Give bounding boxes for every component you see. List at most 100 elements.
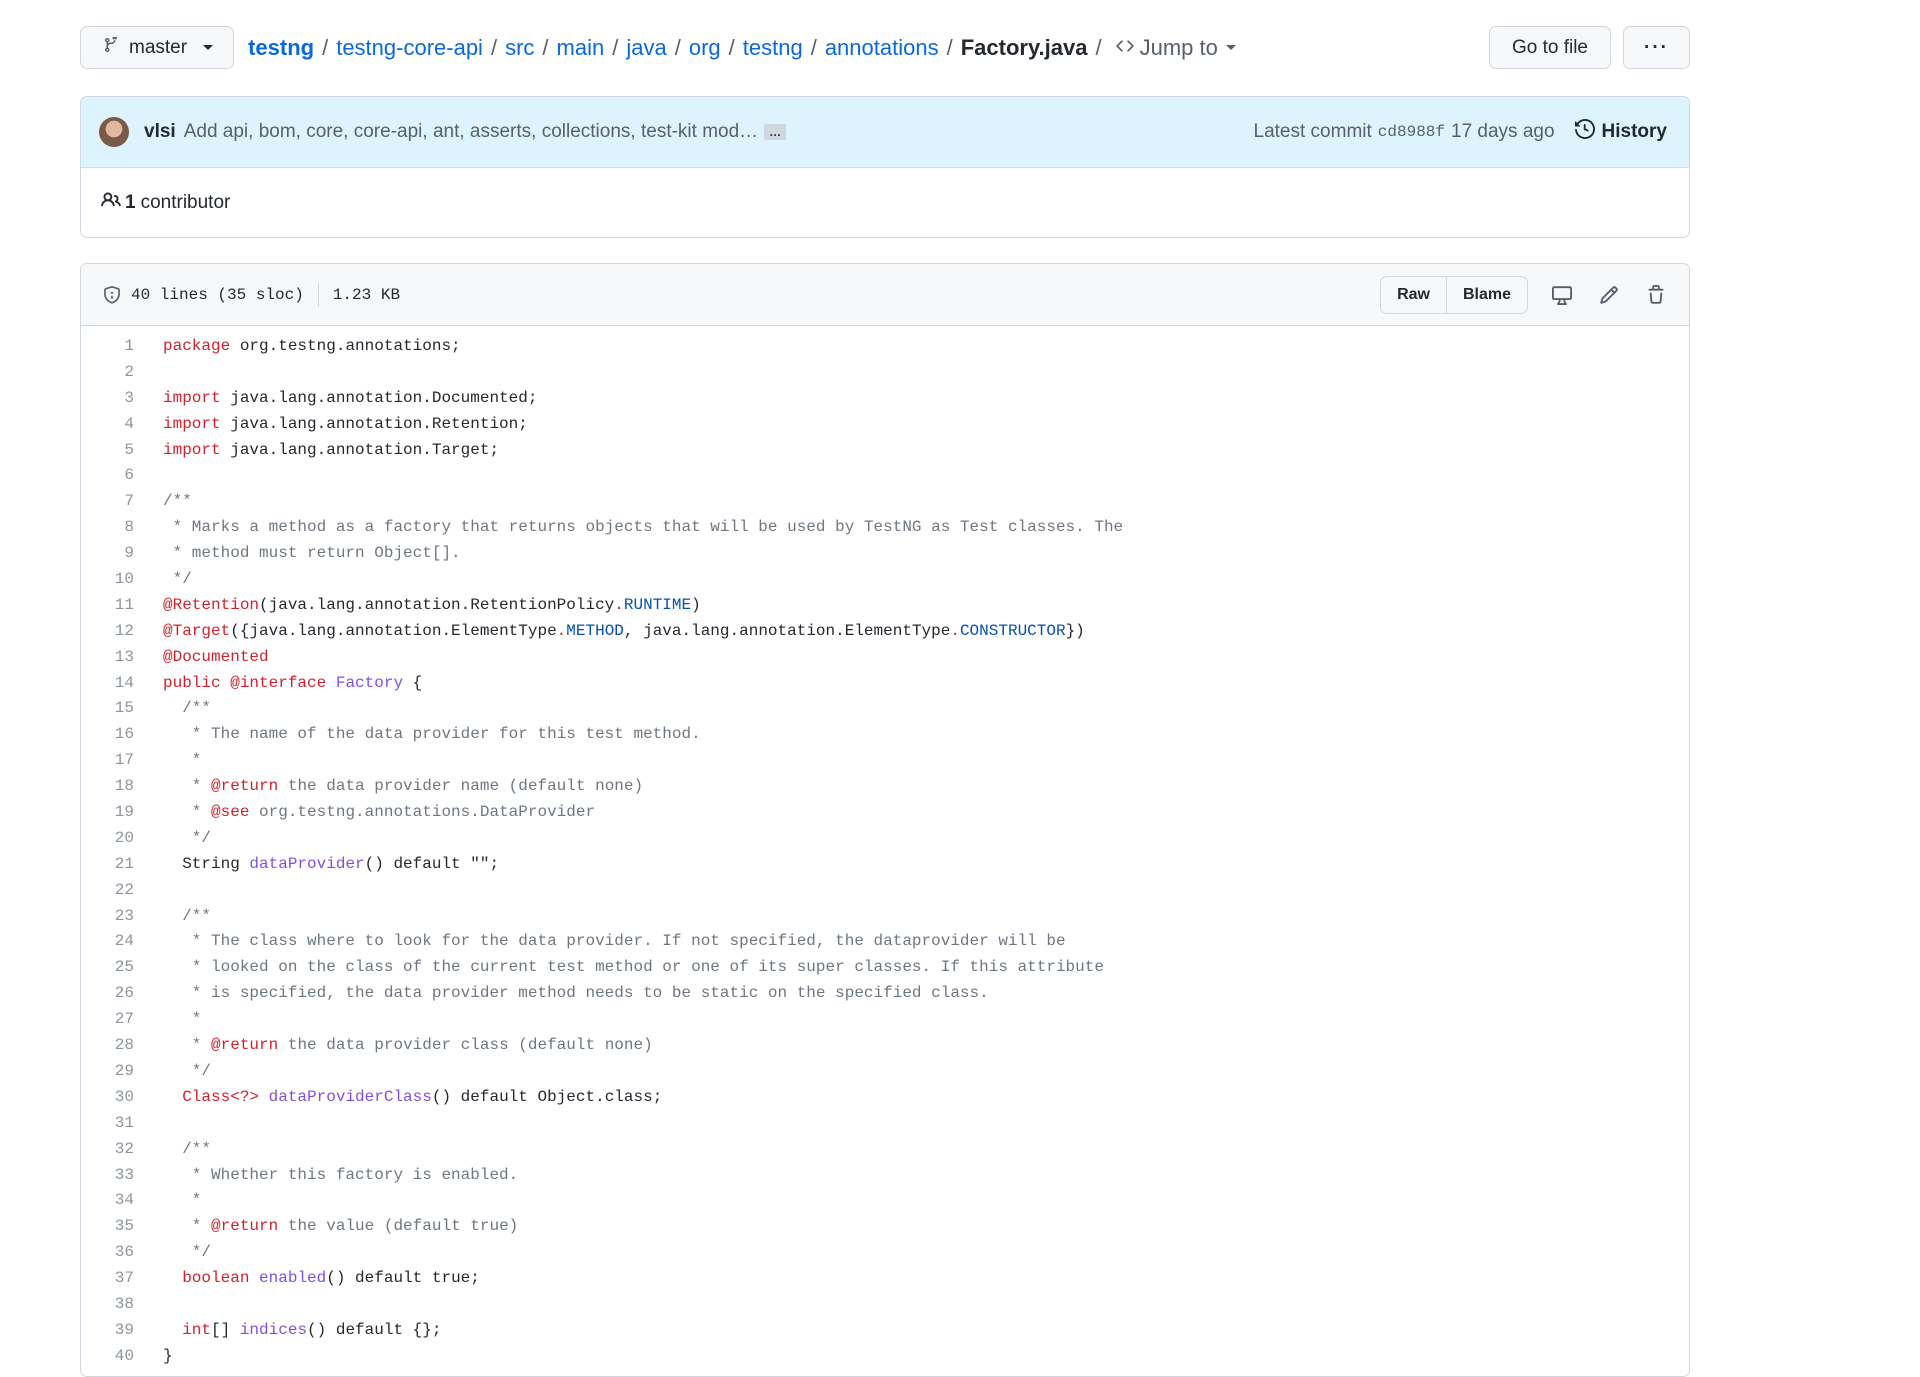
line-number[interactable]: 21 <box>81 852 163 878</box>
code-line-content: Class<?> dataProviderClass() default Obj… <box>182 1087 663 1106</box>
line-number[interactable]: 4 <box>81 412 163 438</box>
line-number[interactable]: 12 <box>81 619 163 645</box>
code-line: 14 public @interface Factory { <box>81 671 1689 697</box>
breadcrumb-current-file: Factory.java <box>960 34 1088 60</box>
code-line-content: * The name of the data provider for this… <box>163 725 701 744</box>
line-number[interactable]: 11 <box>81 593 163 619</box>
line-number[interactable]: 35 <box>81 1214 163 1240</box>
line-number[interactable]: 1 <box>81 334 163 360</box>
line-number[interactable]: 20 <box>81 826 163 852</box>
git-branch-icon <box>103 34 119 59</box>
line-number[interactable]: 24 <box>81 929 163 955</box>
expand-commit-message-button[interactable]: … <box>764 124 787 140</box>
line-number[interactable]: 28 <box>81 1033 163 1059</box>
code-line-content: * <box>163 1191 202 1210</box>
breadcrumb-root-link[interactable]: testng <box>248 35 314 61</box>
breadcrumb-separator: / <box>542 34 549 60</box>
contributor-label: contributor <box>140 191 231 213</box>
line-number[interactable]: 13 <box>81 645 163 671</box>
file-info: 40 lines (35 sloc) 1.23 KB <box>103 282 400 307</box>
code-line-content: * @return the value (default true) <box>163 1217 519 1236</box>
raw-button[interactable]: Raw <box>1381 277 1446 313</box>
desktop-icon[interactable] <box>1548 281 1575 308</box>
commit-author-link[interactable]: vlsi <box>144 121 176 143</box>
line-number[interactable]: 2 <box>81 360 163 386</box>
code-line-content: * @see org.testng.annotations.DataProvid… <box>163 803 596 822</box>
line-number[interactable]: 36 <box>81 1240 163 1266</box>
line-number[interactable]: 7 <box>81 489 163 515</box>
code-icon <box>1115 35 1134 61</box>
breadcrumb-separator: / <box>612 34 619 60</box>
code-line: 36 */ <box>81 1240 1689 1266</box>
breadcrumb-link[interactable]: annotations <box>825 35 939 61</box>
file-navigation: master testng / testng-core-api / src / main /… <box>80 25 1690 70</box>
code-line: 31 <box>81 1111 1689 1137</box>
breadcrumb-link[interactable]: java <box>626 35 666 61</box>
line-number[interactable]: 39 <box>81 1318 163 1344</box>
line-number[interactable]: 8 <box>81 515 163 541</box>
code-line: 28 * @return the data provider class (de… <box>81 1033 1689 1059</box>
line-number[interactable]: 18 <box>81 774 163 800</box>
contributors-link[interactable]: 1 contributor <box>81 168 1689 237</box>
commit-message-link[interactable]: Add api, bom, core, core-api, ant, asser… <box>184 121 758 143</box>
line-number[interactable]: 5 <box>81 438 163 464</box>
line-number[interactable]: 34 <box>81 1188 163 1214</box>
code-line: 37 boolean enabled() default true; <box>81 1266 1689 1292</box>
code-line: 32 /** <box>81 1137 1689 1163</box>
line-number[interactable]: 26 <box>81 981 163 1007</box>
shield-icon[interactable] <box>103 285 121 304</box>
breadcrumb-link[interactable]: testng-core-api <box>336 35 483 61</box>
line-number[interactable]: 22 <box>81 878 163 904</box>
line-number[interactable]: 31 <box>81 1111 163 1137</box>
breadcrumb-separator: / <box>1095 34 1102 60</box>
line-number[interactable]: 27 <box>81 1007 163 1033</box>
line-number[interactable]: 29 <box>81 1059 163 1085</box>
breadcrumb-link[interactable]: src <box>505 35 534 61</box>
line-number[interactable]: 38 <box>81 1292 163 1318</box>
line-number[interactable]: 15 <box>81 696 163 722</box>
code-line: 5 import java.lang.annotation.Target; <box>81 438 1689 464</box>
line-number[interactable]: 30 <box>81 1085 163 1111</box>
code-line: 9 * method must return Object[]. <box>81 541 1689 567</box>
contributor-count: 1 <box>125 191 136 213</box>
breadcrumb-link[interactable]: org <box>689 35 721 61</box>
line-number[interactable]: 10 <box>81 567 163 593</box>
trash-icon[interactable] <box>1642 281 1669 308</box>
commit-sha-link[interactable]: cd8988f <box>1378 123 1445 141</box>
line-number[interactable]: 40 <box>81 1344 163 1370</box>
line-number[interactable]: 32 <box>81 1137 163 1163</box>
code-line: 39 int[] indices() default {}; <box>81 1318 1689 1344</box>
go-to-file-button[interactable]: Go to file <box>1488 26 1611 69</box>
blame-button[interactable]: Blame <box>1445 276 1527 313</box>
line-number[interactable]: 14 <box>81 671 163 697</box>
line-number[interactable]: 3 <box>81 386 163 412</box>
history-link[interactable]: History <box>1574 118 1667 145</box>
line-number[interactable]: 23 <box>81 904 163 930</box>
file-box: 40 lines (35 sloc) 1.23 KB Raw Blame 1 p… <box>80 263 1690 1377</box>
line-number[interactable]: 17 <box>81 748 163 774</box>
line-number[interactable]: 25 <box>81 955 163 981</box>
line-number[interactable]: 37 <box>81 1266 163 1292</box>
code-line-content: String dataProvider() default ""; <box>163 854 500 873</box>
avatar[interactable] <box>99 117 129 147</box>
code-line-content: * Whether this factory is enabled. <box>163 1165 519 1184</box>
line-number[interactable]: 19 <box>81 800 163 826</box>
line-number[interactable]: 6 <box>81 463 163 489</box>
branch-selector-button[interactable]: master <box>80 26 235 69</box>
more-options-button[interactable]: ··· <box>1623 26 1690 69</box>
people-icon <box>101 190 121 216</box>
line-number[interactable]: 9 <box>81 541 163 567</box>
code-line: 26 * is specified, the data provider met… <box>81 981 1689 1007</box>
history-icon <box>1574 118 1595 145</box>
line-number[interactable]: 33 <box>81 1163 163 1189</box>
commit-box: vlsi Add api, bom, core, core-api, ant, … <box>80 96 1690 238</box>
caret-down-icon <box>203 45 214 50</box>
code-line: 22 <box>81 878 1689 904</box>
breadcrumb-link[interactable]: testng <box>743 35 803 61</box>
breadcrumb-link[interactable]: main <box>557 35 605 61</box>
line-number[interactable]: 16 <box>81 722 163 748</box>
pencil-icon[interactable] <box>1595 281 1622 308</box>
jump-to-dropdown[interactable]: Jump to <box>1115 35 1236 61</box>
code-line-content: public @interface Factory { <box>163 673 423 692</box>
code-line: 12 @Target({java.lang.annotation.ElementT… <box>81 619 1689 645</box>
